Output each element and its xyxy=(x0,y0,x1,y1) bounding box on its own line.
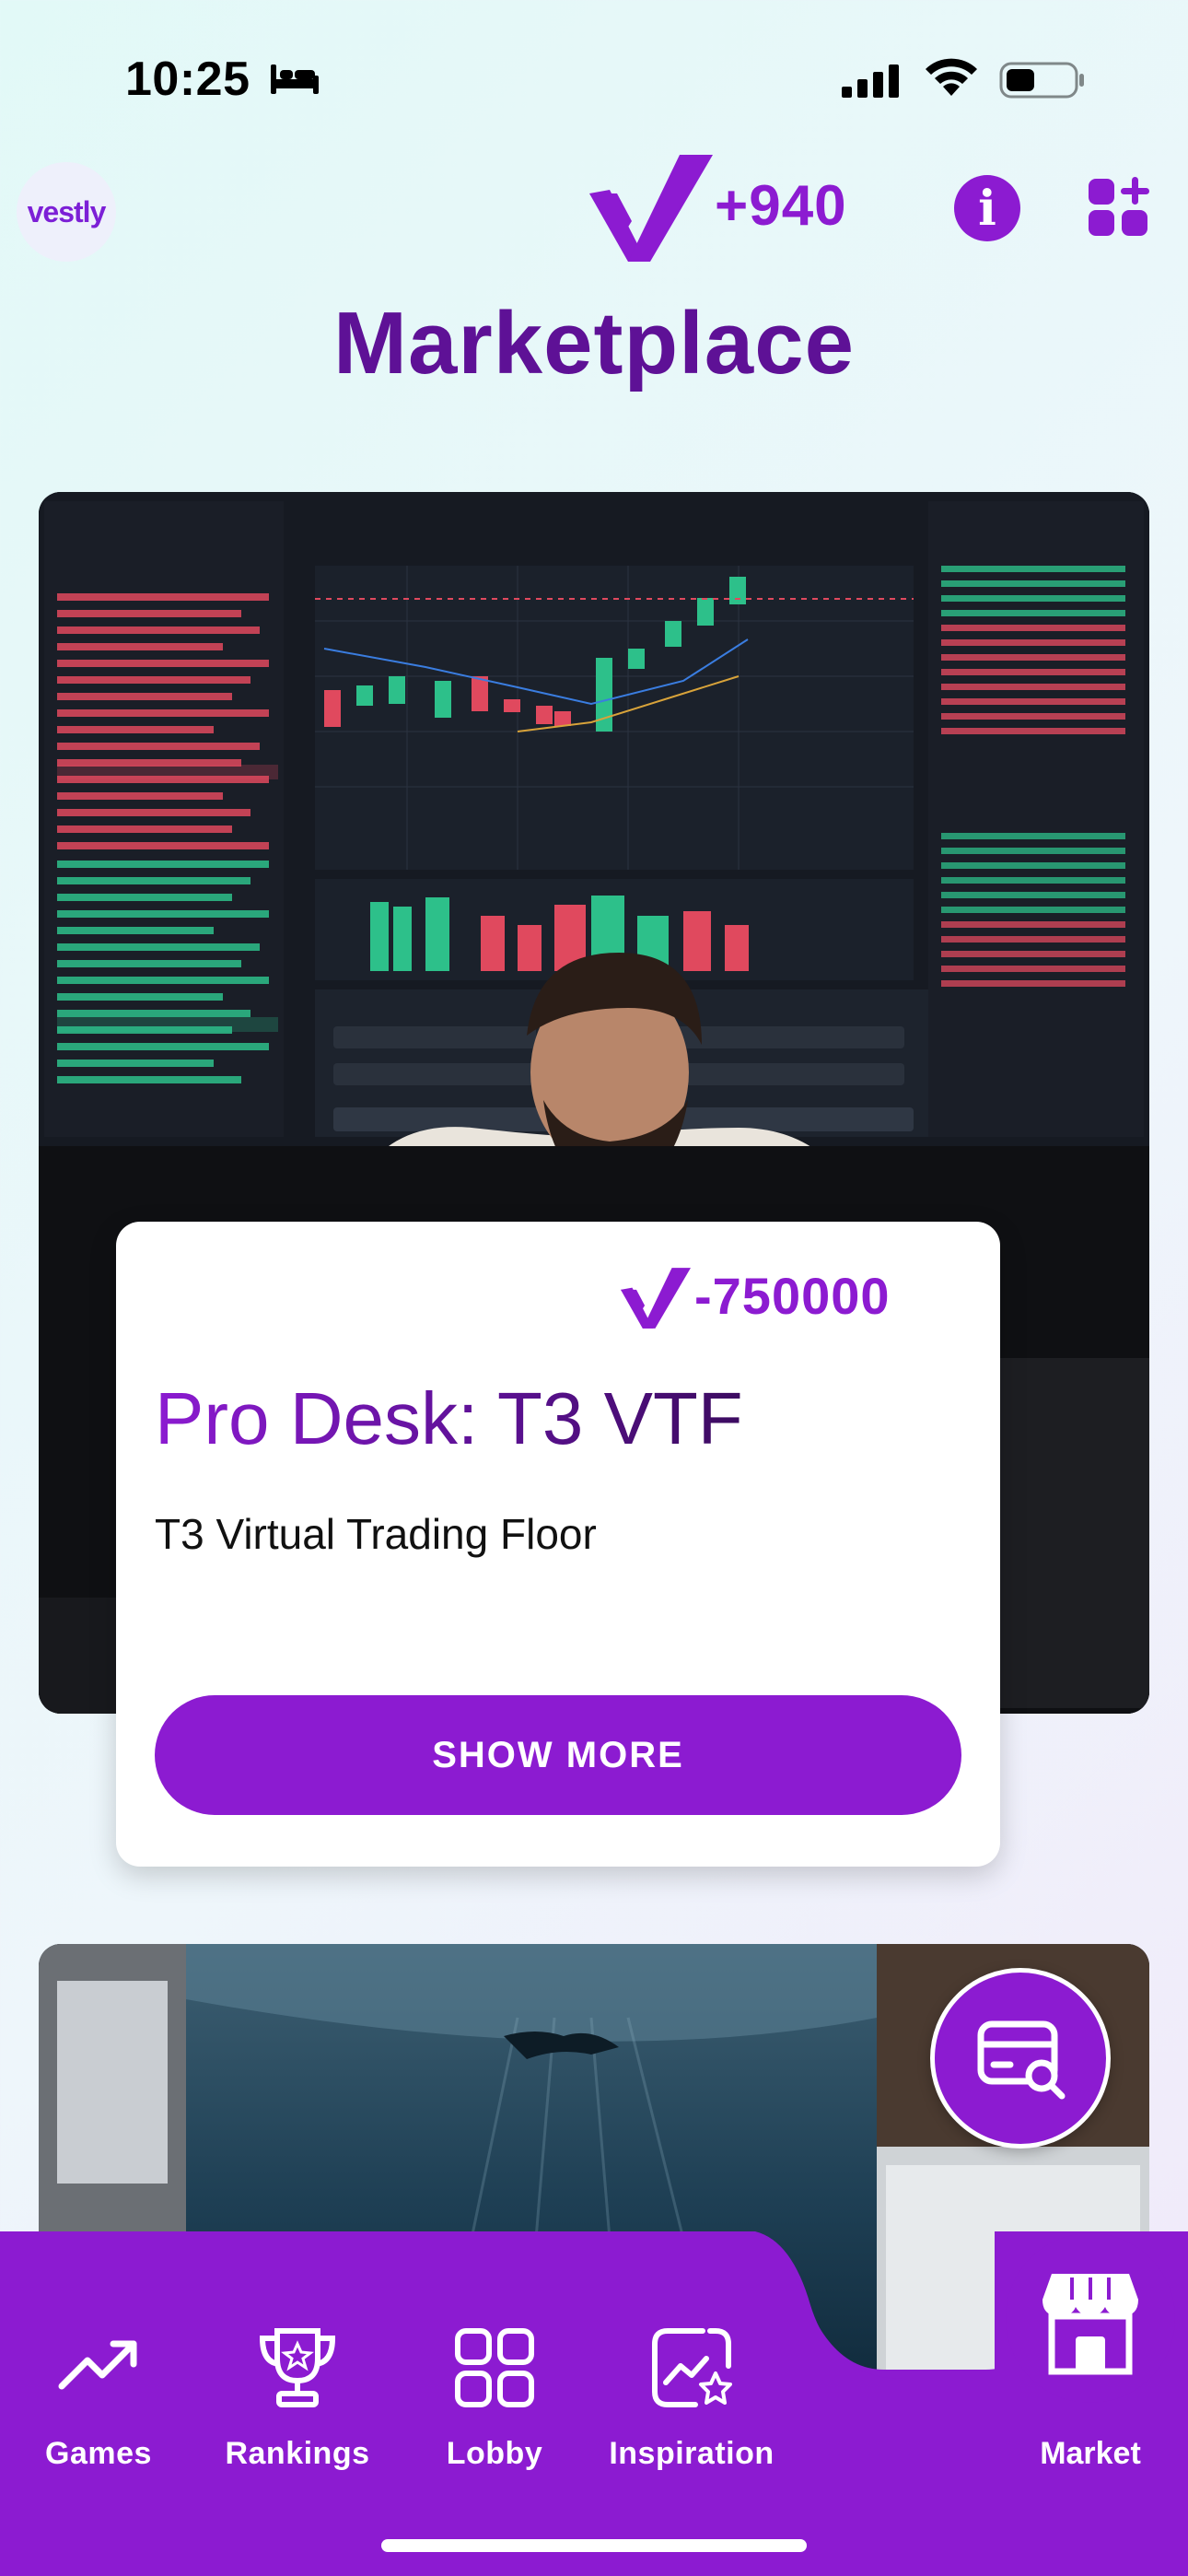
info-button[interactable]: i xyxy=(954,175,1020,241)
tab-inspiration[interactable]: Inspiration xyxy=(593,2325,790,2472)
info-icon: i xyxy=(978,181,996,237)
product-title: Pro Desk: T3 VTF xyxy=(155,1377,743,1459)
vestly-v-icon xyxy=(589,155,713,262)
home-indicator xyxy=(381,2539,807,2552)
tab-lobby[interactable]: Lobby xyxy=(396,2325,593,2472)
tab-label: Lobby xyxy=(446,2436,543,2471)
tab-rankings[interactable]: Rankings xyxy=(199,2325,396,2472)
status-time: 10:25 xyxy=(125,53,250,106)
vestly-v-icon xyxy=(621,1268,691,1329)
battery-icon xyxy=(999,62,1084,99)
page-title: Marketplace xyxy=(333,294,855,392)
status-bar: 10:25 xyxy=(0,0,1188,157)
tab-games[interactable]: Games xyxy=(0,2325,197,2472)
image-star-icon xyxy=(652,2328,732,2407)
product-subtitle: T3 Virtual Trading Floor xyxy=(155,1510,597,1558)
storefront-icon xyxy=(1042,2274,1138,2375)
points-balance: +940 xyxy=(715,174,847,238)
tab-label: Inspiration xyxy=(609,2436,775,2471)
card-search-button[interactable] xyxy=(930,1968,1111,2149)
bed-icon xyxy=(271,64,319,94)
add-widget-icon[interactable] xyxy=(1087,173,1153,240)
trending-up-icon xyxy=(58,2340,137,2390)
card-search-icon xyxy=(977,2020,1066,2100)
tab-market-label: Market xyxy=(1040,2436,1141,2471)
wifi-icon xyxy=(926,58,977,96)
show-more-button[interactable]: SHOW MORE xyxy=(155,1695,961,1815)
tab-market[interactable] xyxy=(1006,2233,1175,2403)
tab-label: Rankings xyxy=(225,2436,370,2471)
app-logo-text: vestly xyxy=(27,194,107,228)
cellular-signal-icon xyxy=(842,64,899,98)
app-logo[interactable]: vestly xyxy=(17,162,116,262)
tab-label: Games xyxy=(45,2436,152,2471)
product-card[interactable]: -750000 Pro Desk: T3 VTF T3 Virtual Trad… xyxy=(116,1222,1000,1867)
product-price: -750000 xyxy=(694,1267,891,1325)
grid-icon xyxy=(455,2328,534,2407)
trophy-icon xyxy=(259,2328,336,2407)
